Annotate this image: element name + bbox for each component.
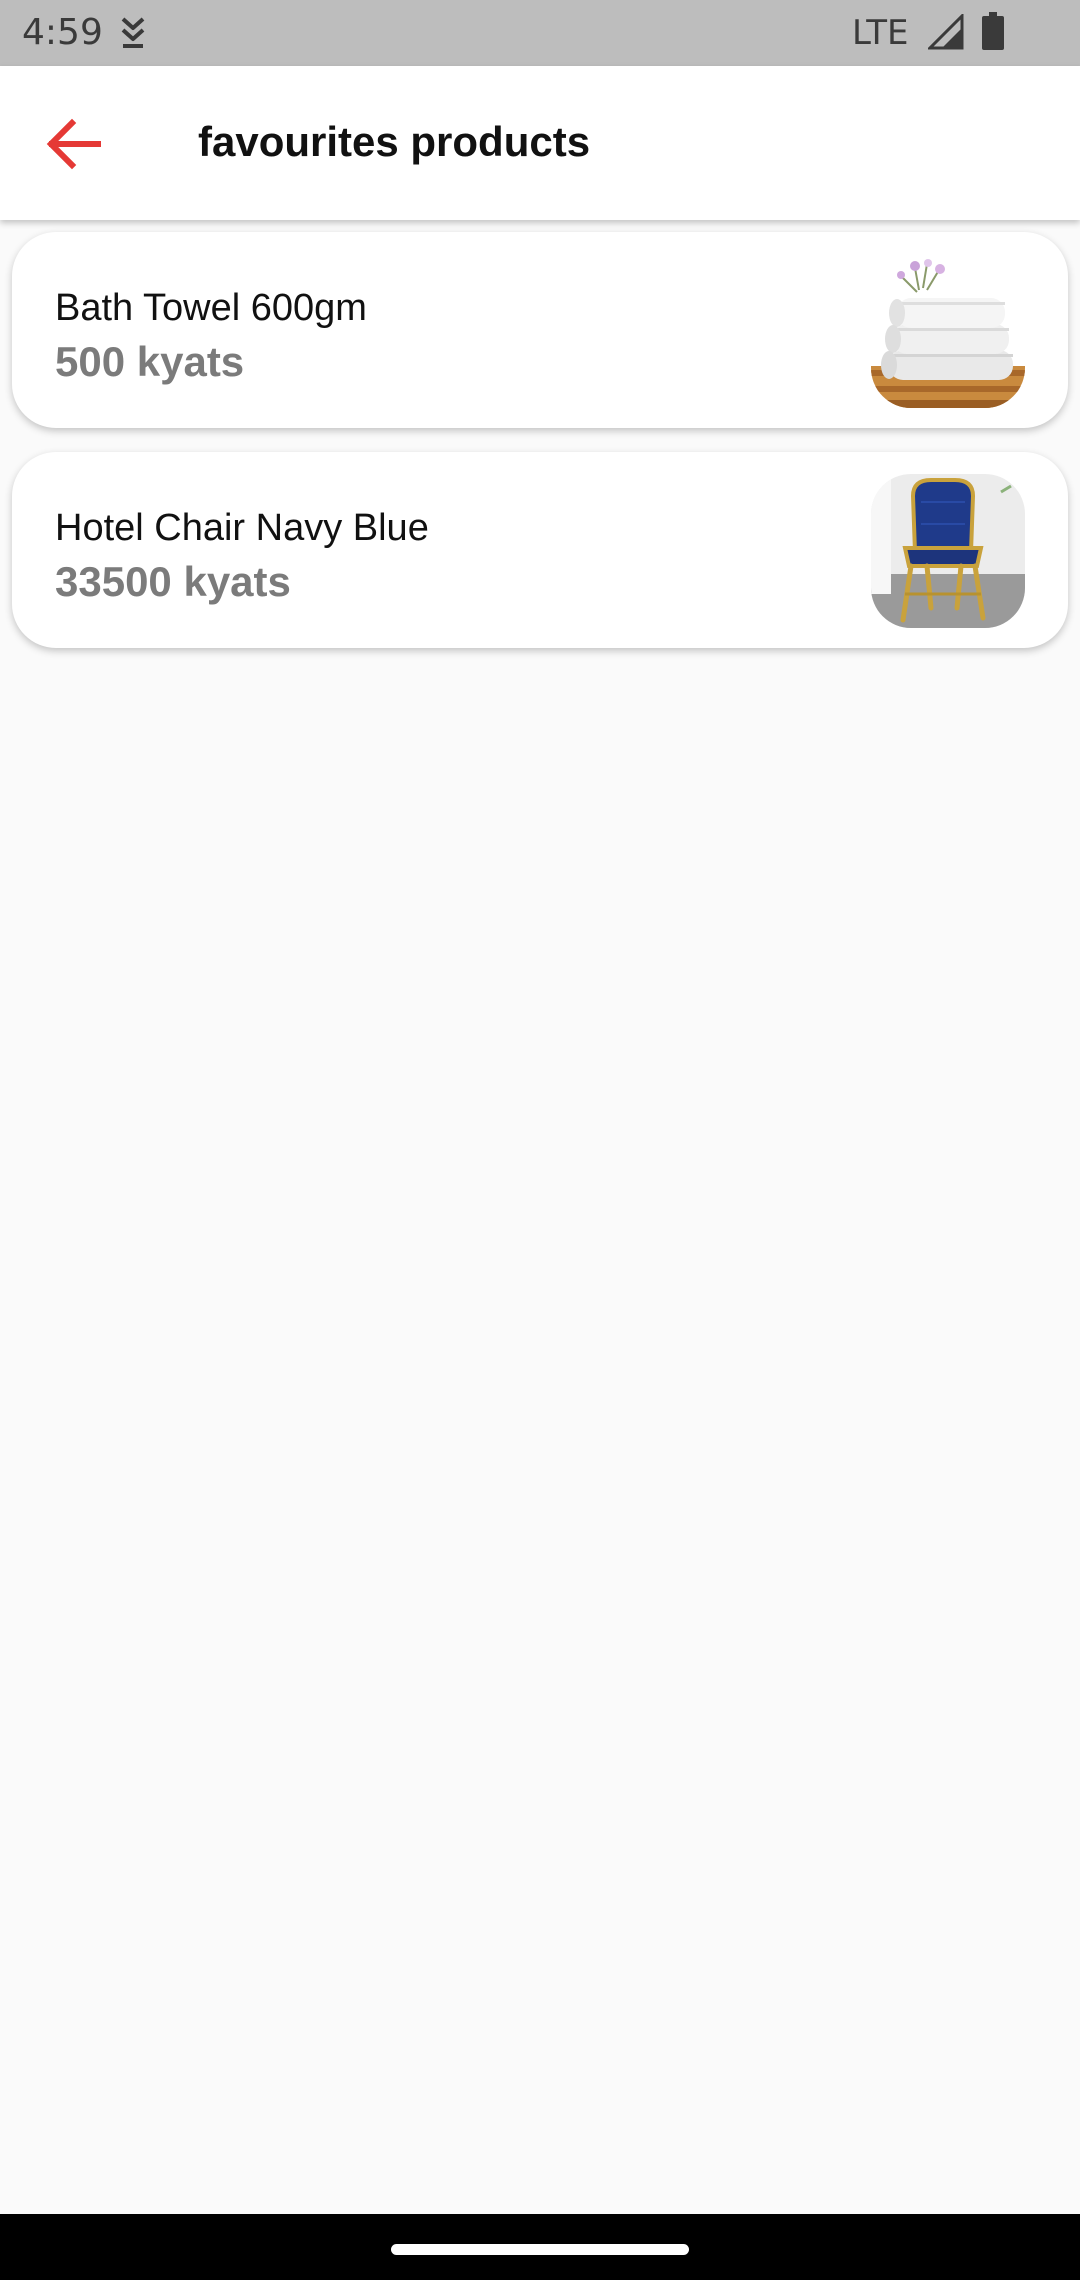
favourite-product-card[interactable]: Hotel Chair Navy Blue 33500 kyats [12,452,1068,648]
download-icon [121,17,145,48]
product-image-towel [871,254,1025,408]
arrow-back-icon [46,118,101,170]
status-bar: 4:59 LTE [0,0,1080,66]
product-name: Bath Towel 600gm [55,287,367,329]
home-gesture-handle[interactable] [391,2244,689,2255]
back-button[interactable] [36,106,112,182]
navigation-bar [0,2214,1080,2280]
navy-chair-image [871,474,1025,628]
product-image-chair [871,474,1025,628]
product-price: 33500 kyats [55,558,291,605]
signal-icon [928,14,964,50]
towel-stack-image [871,254,1025,408]
product-price: 500 kyats [55,338,245,385]
product-name: Hotel Chair Navy Blue [55,507,429,549]
favourite-product-card[interactable]: Bath Towel 600gm 500 kyats [12,232,1068,428]
battery-icon [982,12,1004,50]
app-bar: favourites products [0,66,1080,220]
network-type: LTE [852,13,909,53]
status-time: 4:59 [22,12,103,53]
page-title: favourites products [198,118,591,165]
